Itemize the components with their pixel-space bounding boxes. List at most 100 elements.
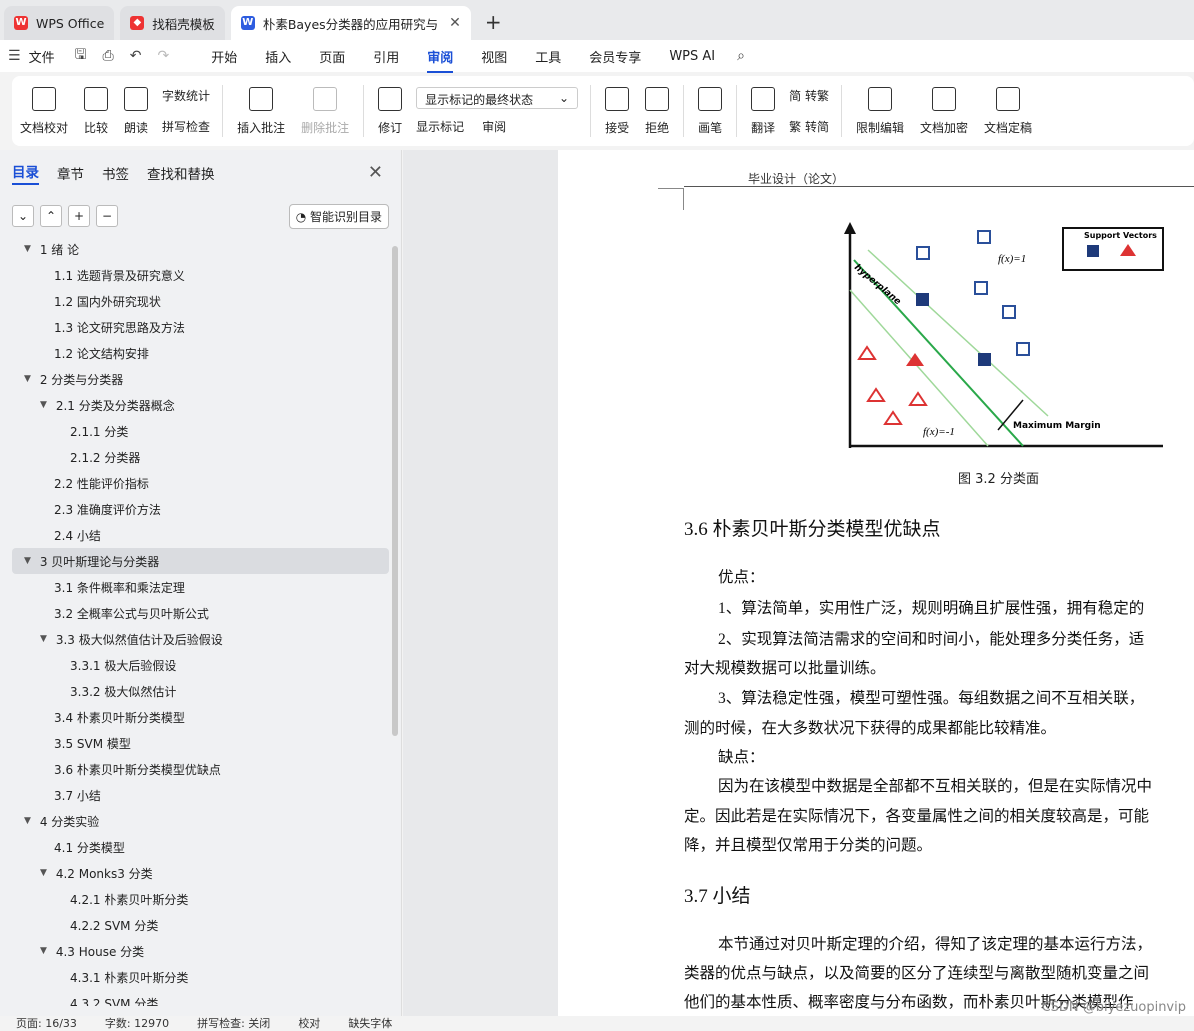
reject-button[interactable]: 拒绝	[645, 86, 669, 136]
spell-check-button[interactable]: 拼写检查	[162, 118, 210, 135]
tab-document[interactable]: W 朴素Bayes分类器的应用研究与 ✕	[230, 6, 471, 40]
toc-item[interactable]: 4.2.1 朴素贝叶斯分类	[0, 886, 401, 912]
proof-status[interactable]: 校对	[298, 1015, 320, 1031]
close-icon[interactable]: ✕	[368, 162, 383, 183]
read-aloud-button[interactable]: 朗读	[124, 86, 148, 136]
compare-button[interactable]: 比较	[84, 86, 108, 136]
word-count-button[interactable]: 字数统计	[162, 87, 210, 104]
show-marks-button[interactable]: 显示标记	[416, 118, 464, 135]
toc-item[interactable]: 4.3.2 SVM 分类	[0, 990, 401, 1007]
collapse-arrow-icon[interactable]: ▼	[40, 946, 52, 956]
menu-page[interactable]: 页面	[319, 47, 345, 66]
fxm1-label: f(x)=-1	[923, 426, 955, 438]
toc-item[interactable]: 3.5 SVM 模型	[0, 730, 401, 756]
menu-member[interactable]: 会员专享	[589, 47, 641, 66]
translate-button[interactable]: 翻译	[751, 86, 775, 136]
toc-item[interactable]: 3.3.1 极大后验假设	[0, 652, 401, 678]
save-icon[interactable]: 🖫	[75, 44, 87, 68]
tab-bookmarks[interactable]: 书签	[102, 163, 129, 183]
toc-item[interactable]: 1.2 论文结构安排	[0, 340, 401, 366]
toc-item[interactable]: ▼ 3.3 极大似然值估计及后验假设	[0, 626, 401, 652]
toc-item[interactable]: 2.2 性能评价指标	[0, 470, 401, 496]
toc-item[interactable]: 2.4 小结	[0, 522, 401, 548]
toc-item[interactable]: ▼ 4.2 Monks3 分类	[0, 860, 401, 886]
page-indicator[interactable]: 页面: 16/33	[16, 1015, 77, 1031]
collapse-arrow-icon[interactable]: ▼	[24, 374, 36, 384]
word-count[interactable]: 字数: 12970	[105, 1015, 169, 1031]
toc-item[interactable]: 3.2 全概率公式与贝叶斯公式	[0, 600, 401, 626]
toc-item[interactable]: 1.2 国内外研究现状	[0, 288, 401, 314]
collapse-arrow-icon[interactable]: ▼	[24, 556, 36, 566]
redo-icon[interactable]: ↷	[157, 48, 169, 64]
file-menu[interactable]: 文件	[29, 47, 55, 66]
menu-reference[interactable]: 引用	[373, 47, 399, 66]
toc-item[interactable]: ▼ 2.1 分类及分类器概念	[0, 392, 401, 418]
paragraph: 定。因此若是在实际情况下，各变量属性之间的相关度较高是，可能	[684, 808, 1150, 825]
toc-item[interactable]: 1.1 选题背景及研究意义	[0, 262, 401, 288]
menu-insert[interactable]: 插入	[265, 47, 291, 66]
toc-item-label: 3.3 极大似然值估计及后验假设	[55, 632, 223, 647]
spell-check-status[interactable]: 拼写检查: 关闭	[197, 1015, 270, 1031]
toc-item[interactable]: 3.6 朴素贝叶斯分类模型优缺点	[0, 756, 401, 782]
insert-comment-button[interactable]: 插入批注	[237, 86, 285, 136]
expand-down-button[interactable]: ⌄	[12, 205, 34, 227]
paragraph: 缺点：	[718, 749, 765, 766]
restrict-edit-button[interactable]: 限制编辑	[856, 86, 904, 136]
menu-view[interactable]: 视图	[481, 47, 507, 66]
toc-item[interactable]: ▼ 2 分类与分类器	[0, 366, 401, 392]
toc-item[interactable]: 4.2.2 SVM 分类	[0, 912, 401, 938]
collapse-arrow-icon[interactable]: ▼	[40, 868, 52, 878]
toc-item[interactable]: ▼ 4 分类实验	[0, 808, 401, 834]
toc-item[interactable]: ▼ 3 贝叶斯理论与分类器	[12, 548, 389, 574]
toc-item[interactable]: 1.3 论文研究思路及方法	[0, 314, 401, 340]
to-traditional-button[interactable]: 简 转繁	[789, 87, 829, 104]
toc-item[interactable]: 3.3.2 极大似然估计	[0, 678, 401, 704]
pen-button[interactable]: 画笔	[698, 86, 722, 136]
print-icon[interactable]: ⎙	[103, 48, 114, 64]
revise-button[interactable]: 修订	[378, 86, 402, 136]
to-simplified-button[interactable]: 繁 转简	[789, 118, 829, 135]
menu-home[interactable]: 开始	[211, 47, 237, 66]
menu-icon[interactable]: ☰	[8, 48, 21, 64]
collapse-up-button[interactable]: ⌃	[40, 205, 62, 227]
toc-item[interactable]: 3.1 条件概率和乘法定理	[0, 574, 401, 600]
encrypt-button[interactable]: 文档加密	[920, 86, 968, 136]
delete-comment-button[interactable]: 删除批注	[301, 86, 349, 136]
new-tab-button[interactable]: +	[485, 10, 502, 34]
menu-tools[interactable]: 工具	[535, 47, 561, 66]
search-icon[interactable]: ⌕	[737, 48, 745, 64]
finalize-button[interactable]: 文档定稿	[984, 86, 1032, 136]
review-pane-button[interactable]: 审阅	[482, 118, 506, 135]
remove-heading-button[interactable]: −	[96, 205, 118, 227]
toc-item[interactable]: 2.3 准确度评价方法	[0, 496, 401, 522]
collapse-arrow-icon[interactable]: ▼	[40, 400, 52, 410]
tab-chapters[interactable]: 章节	[57, 163, 84, 183]
toc-item[interactable]: 3.7 小结	[0, 782, 401, 808]
toc-item[interactable]: ▼ 4.3 House 分类	[0, 938, 401, 964]
toc-item[interactable]: 2.1.1 分类	[0, 418, 401, 444]
toc-item[interactable]: 2.1.2 分类器	[0, 444, 401, 470]
undo-icon[interactable]: ↶	[130, 48, 142, 64]
tab-toc[interactable]: 目录	[12, 161, 39, 185]
menu-review[interactable]: 审阅	[427, 47, 454, 73]
toc-item[interactable]: ▼ 1 绪 论	[0, 236, 401, 262]
close-icon[interactable]: ✕	[449, 15, 461, 31]
tab-template[interactable]: ◆ 找稻壳模板	[120, 6, 225, 40]
accept-button[interactable]: 接受	[605, 86, 629, 136]
toc-item[interactable]: 4.3.1 朴素贝叶斯分类	[0, 964, 401, 990]
add-heading-button[interactable]: +	[68, 205, 90, 227]
wps-ai-button[interactable]: WPS AI	[669, 49, 715, 64]
collapse-arrow-icon[interactable]: ▼	[24, 816, 36, 826]
collapse-arrow-icon[interactable]: ▼	[24, 244, 36, 254]
tab-wps-office[interactable]: W WPS Office	[4, 6, 115, 40]
doc-check-button[interactable]: 文档校对	[20, 86, 68, 136]
toc-item[interactable]: 3.4 朴素贝叶斯分类模型	[0, 704, 401, 730]
collapse-arrow-icon[interactable]: ▼	[40, 634, 52, 644]
tab-find-replace[interactable]: 查找和替换	[147, 163, 215, 183]
toc-item[interactable]: 4.1 分类模型	[0, 834, 401, 860]
markup-state-select[interactable]: 显示标记的最终状态 ⌄	[416, 87, 579, 109]
smart-toc-button[interactable]: ◔ 智能识别目录	[288, 203, 389, 229]
scrollbar[interactable]	[392, 246, 398, 736]
missing-font-status[interactable]: 缺失字体	[348, 1015, 392, 1031]
toc-item-label: 3 贝叶斯理论与分类器	[39, 554, 160, 569]
